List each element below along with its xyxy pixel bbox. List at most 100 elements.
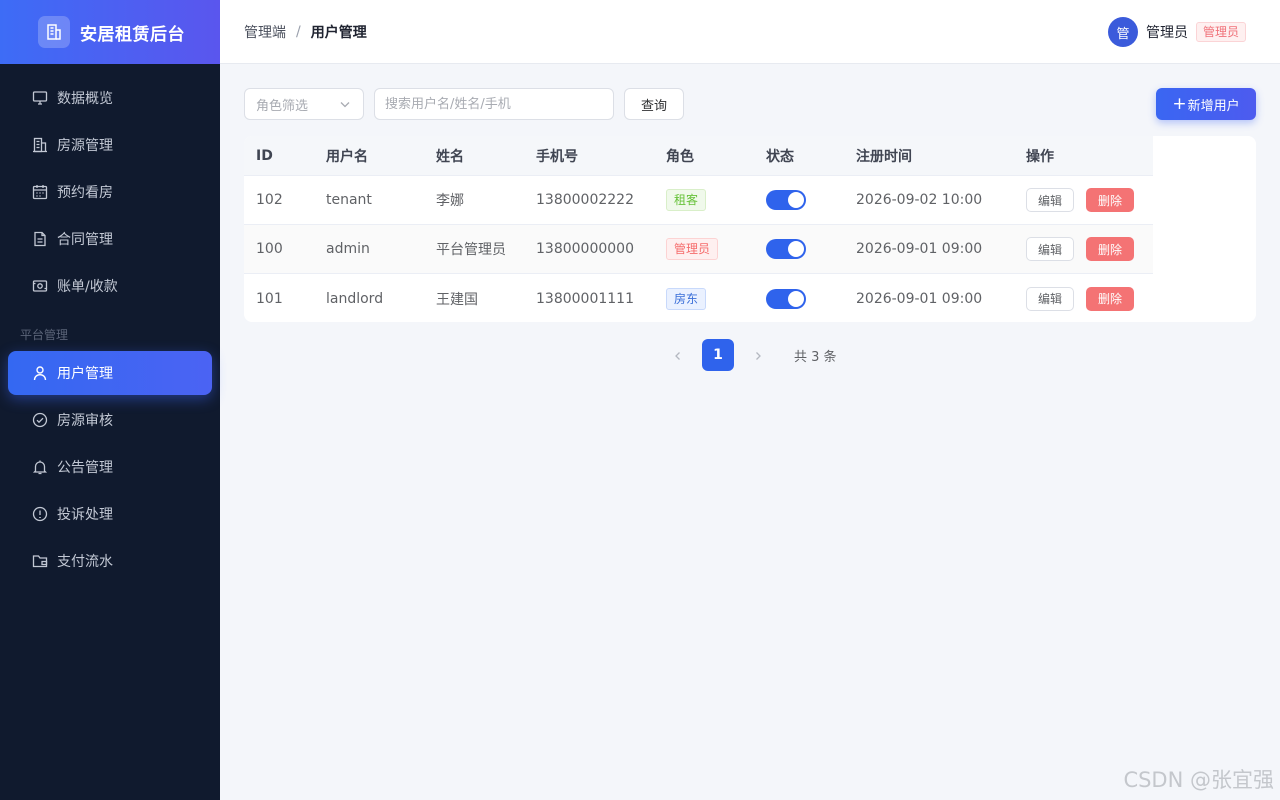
table-row: 101 landlord 王建国 13800001111 房东 2026-09-…	[244, 274, 1153, 322]
chevron-left-icon	[673, 346, 683, 365]
sidebar: 安居租赁后台 数据概览 房源管理 预约看房 合同管理 账单/收款 平台管理 用户…	[0, 0, 220, 800]
cell-role: 租客	[666, 176, 707, 224]
pagination-next-button[interactable]	[750, 346, 766, 364]
column-header-actions: 操作	[1026, 148, 1054, 165]
sidebar-item-properties[interactable]: 房源管理	[8, 123, 212, 167]
cell-username: admin	[326, 241, 370, 257]
folder-icon	[32, 553, 48, 569]
pagination-page-1[interactable]: 1	[702, 339, 734, 371]
brand-title: 安居租赁后台	[80, 24, 185, 45]
check-circle-icon	[32, 412, 48, 428]
delete-button[interactable]: 删除	[1086, 286, 1134, 311]
cell-status	[766, 274, 806, 322]
role-badge: 租客	[666, 189, 707, 211]
sidebar-item-contracts[interactable]: 合同管理	[8, 217, 212, 261]
cell-registered: 2026-09-01 09:00	[856, 241, 983, 257]
plus-icon: +	[1172, 93, 1187, 114]
chevron-down-icon	[339, 98, 351, 114]
sidebar-item-label: 预约看房	[57, 185, 113, 201]
sidebar-item-review[interactable]: 房源审核	[8, 398, 212, 442]
search-input[interactable]	[374, 88, 614, 120]
sidebar-item-overview[interactable]: 数据概览	[8, 76, 212, 120]
delete-button[interactable]: 删除	[1086, 188, 1134, 212]
user-name: 管理员	[1145, 25, 1188, 41]
cell-id: 100	[256, 241, 283, 257]
column-header-id: ID	[256, 147, 273, 164]
toggle-knob	[788, 192, 804, 208]
table-row: 100 admin 平台管理员 13800000000 管理员 2026-09-…	[244, 225, 1153, 274]
document-icon	[32, 231, 48, 247]
sidebar-item-label: 支付流水	[57, 554, 113, 570]
column-header-name: 姓名	[436, 148, 464, 165]
query-button[interactable]: 查询	[624, 88, 684, 120]
watermark: CSDN @张宜强	[1123, 768, 1274, 792]
status-toggle[interactable]	[766, 190, 806, 210]
toggle-knob	[788, 241, 804, 257]
edit-button[interactable]: 编辑	[1026, 286, 1074, 311]
sidebar-item-label: 房源管理	[57, 138, 113, 154]
breadcrumb: 管理端 / 用户管理	[244, 22, 367, 42]
cell-actions: 编辑 删除	[1026, 225, 1134, 273]
pagination-prev-button[interactable]	[670, 346, 686, 364]
sidebar-item-label: 数据概览	[57, 91, 113, 107]
add-user-button[interactable]: + 新增用户	[1156, 88, 1256, 120]
column-header-phone: 手机号	[536, 148, 578, 165]
sidebar-item-label: 公告管理	[57, 460, 113, 476]
top-header: 管理端 / 用户管理 管 管理员 管理员	[220, 0, 1280, 64]
table-row: 102 tenant 李娜 13800002222 租客 2026-09-02 …	[244, 176, 1153, 225]
role-badge: 房东	[666, 287, 707, 310]
user-table: ID 用户名 姓名 手机号 角色 状态 注册时间 操作 102 tenant 李…	[244, 136, 1256, 322]
cell-name: 平台管理员	[436, 242, 506, 258]
menu-group-label: 平台管理	[20, 328, 69, 342]
column-header-registered: 注册时间	[856, 148, 912, 165]
role-filter-select[interactable]: 角色筛选	[244, 88, 364, 120]
edit-button[interactable]: 编辑	[1026, 237, 1074, 261]
sidebar-item-label: 投诉处理	[57, 507, 113, 523]
sidebar-item-label: 用户管理	[57, 366, 113, 382]
wallet-icon	[32, 278, 48, 294]
pagination-total: 共 3 条	[794, 350, 837, 365]
user-menu[interactable]: 管 管理员 管理员	[1107, 17, 1246, 47]
sidebar-item-announcements[interactable]: 公告管理	[8, 445, 212, 489]
sidebar-item-payments[interactable]: 支付流水	[8, 539, 212, 583]
status-toggle[interactable]	[766, 239, 806, 259]
sidebar-item-users[interactable]: 用户管理	[8, 351, 212, 395]
sidebar-item-label: 账单/收款	[57, 279, 118, 295]
sidebar-item-complaints[interactable]: 投诉处理	[8, 492, 212, 536]
cell-registered: 2026-09-02 10:00	[856, 192, 983, 208]
cell-actions: 编辑 删除	[1026, 176, 1134, 224]
cell-username: tenant	[326, 192, 372, 208]
bell-icon	[32, 459, 48, 475]
calendar-icon	[32, 184, 48, 200]
add-user-label: 新增用户	[1187, 98, 1240, 114]
cell-id: 102	[256, 192, 283, 208]
delete-button[interactable]: 删除	[1086, 237, 1134, 261]
cell-role: 房东	[666, 274, 707, 322]
role-badge: 管理员	[666, 238, 719, 260]
avatar[interactable]: 管	[1107, 17, 1138, 47]
role-filter-placeholder: 角色筛选	[256, 98, 309, 114]
sidebar-item-viewings[interactable]: 预约看房	[8, 170, 212, 214]
cell-username: landlord	[326, 290, 384, 307]
edit-button[interactable]: 编辑	[1026, 188, 1074, 212]
sidebar-item-billing[interactable]: 账单/收款	[8, 264, 212, 308]
building-icon	[32, 137, 48, 153]
status-toggle[interactable]	[766, 288, 806, 309]
breadcrumb-current: 用户管理	[310, 25, 367, 41]
cell-phone: 13800002222	[536, 192, 634, 208]
toggle-knob	[788, 290, 804, 307]
chevron-right-icon	[753, 346, 763, 365]
building-logo-icon	[38, 16, 70, 48]
cell-status	[766, 176, 806, 224]
sidebar-item-label: 合同管理	[57, 232, 113, 248]
cell-status	[766, 225, 806, 273]
sidebar-item-label: 房源审核	[57, 413, 113, 429]
cell-actions: 编辑 删除	[1026, 274, 1134, 322]
cell-role: 管理员	[666, 225, 719, 273]
breadcrumb-parent[interactable]: 管理端	[244, 22, 286, 42]
monitor-icon	[32, 90, 48, 106]
cell-name: 李娜	[436, 193, 464, 209]
breadcrumb-separator: /	[296, 24, 301, 40]
column-header-username: 用户名	[326, 148, 368, 165]
cell-name: 王建国	[436, 291, 478, 308]
